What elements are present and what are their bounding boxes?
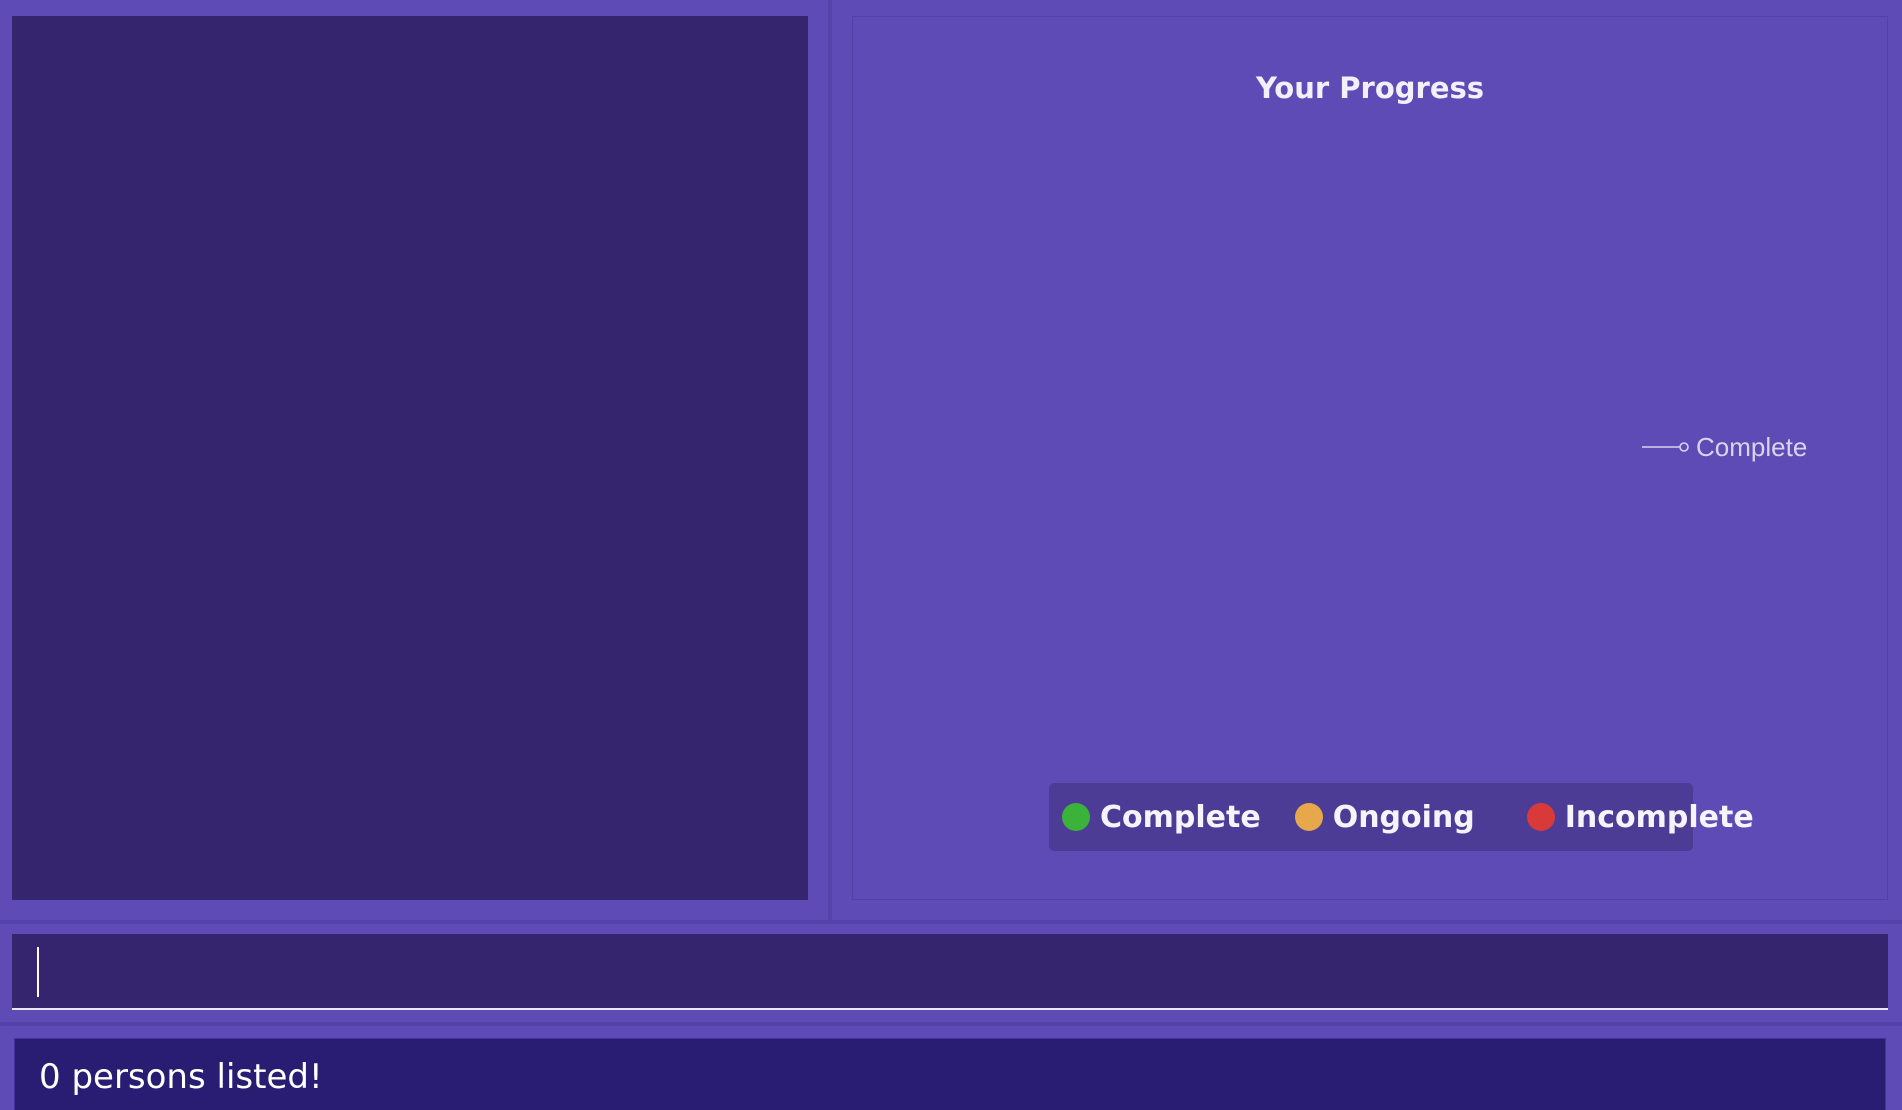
legend-dot-ongoing bbox=[1294, 803, 1323, 831]
legend-item-ongoing: Ongoing bbox=[1294, 799, 1475, 835]
result-display: 0 persons listed! bbox=[14, 1038, 1886, 1110]
legend-dot-complete bbox=[1062, 803, 1090, 831]
horizontal-divider-bottom bbox=[0, 1022, 1902, 1026]
pie-slice-label: Complete bbox=[1696, 432, 1807, 462]
legend-item-complete: Complete bbox=[1062, 800, 1261, 835]
chart-legend: Complete Ongoing Incomplete bbox=[1049, 783, 1754, 851]
legend-label-ongoing: Ongoing bbox=[1332, 799, 1475, 835]
legend-label-incomplete: Incomplete bbox=[1564, 799, 1754, 835]
pie-label-leader-dot bbox=[1679, 442, 1689, 452]
legend-label-complete: Complete bbox=[1100, 799, 1261, 835]
progress-chart-panel: Your Progress Complete Complete Ongoing … bbox=[852, 16, 1888, 900]
command-input[interactable] bbox=[12, 934, 1888, 1008]
vertical-split-divider[interactable] bbox=[828, 0, 832, 920]
command-box[interactable] bbox=[12, 934, 1888, 1010]
app-window: Your Progress Complete Complete Ongoing … bbox=[0, 0, 1902, 1110]
result-text: 0 persons listed! bbox=[39, 1057, 323, 1097]
horizontal-divider-top bbox=[0, 920, 1902, 924]
text-caret bbox=[37, 947, 39, 997]
person-list-panel[interactable] bbox=[12, 16, 808, 900]
legend-dot-incomplete bbox=[1526, 803, 1555, 831]
legend-item-incomplete: Incomplete bbox=[1526, 799, 1754, 835]
pie-chart: Complete bbox=[1642, 432, 1807, 462]
